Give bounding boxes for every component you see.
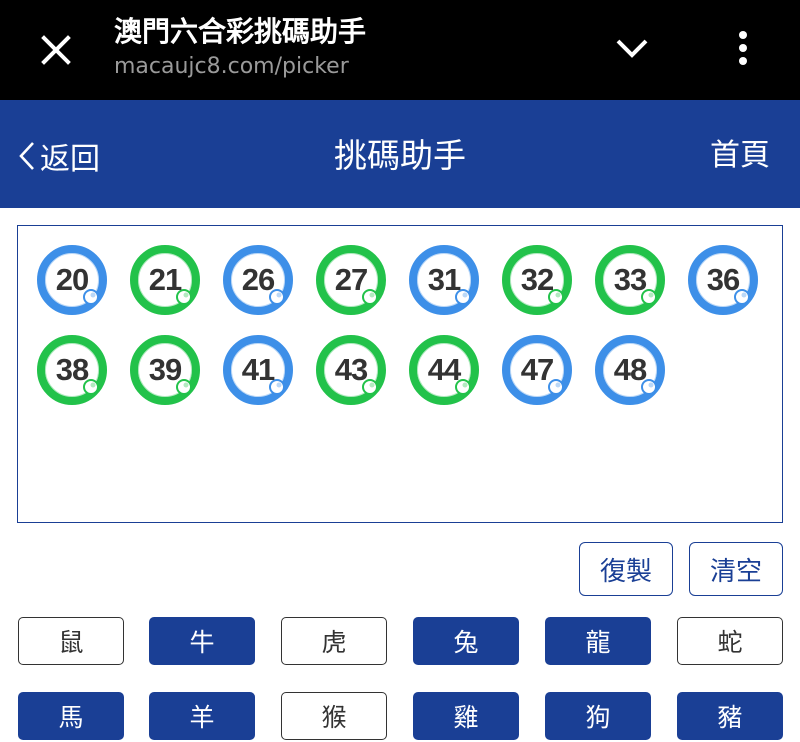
- zodiac-button-11[interactable]: 豬: [677, 692, 783, 740]
- number-ball-27[interactable]: 27: [315, 244, 387, 316]
- ball-number: 43: [334, 352, 368, 387]
- clear-button[interactable]: 清空: [689, 542, 783, 596]
- home-button[interactable]: 首頁: [710, 134, 770, 178]
- back-label: 返回: [40, 142, 100, 177]
- browser-bar: 澳門六合彩挑碼助手 macaujc8.com/picker: [0, 0, 800, 100]
- zodiac-button-3[interactable]: 兔: [413, 617, 519, 665]
- zodiac-button-8[interactable]: 猴: [281, 692, 387, 740]
- page-url[interactable]: macaujc8.com/picker: [114, 54, 349, 79]
- ball-number: 33: [613, 262, 647, 297]
- number-ball-21[interactable]: 21: [129, 244, 201, 316]
- ball-number: 21: [148, 262, 182, 297]
- app-header: 返回 挑碼助手 首頁: [0, 100, 800, 208]
- ball-number: 41: [241, 352, 275, 387]
- copy-button[interactable]: 復製: [579, 542, 673, 596]
- ball-number: 20: [55, 262, 89, 297]
- ball-number: 44: [427, 352, 461, 387]
- ball-number: 26: [241, 262, 275, 297]
- zodiac-button-5[interactable]: 蛇: [677, 617, 783, 665]
- number-ball-39[interactable]: 39: [129, 334, 201, 406]
- number-ball-36[interactable]: 36: [687, 244, 759, 316]
- zodiac-button-2[interactable]: 虎: [281, 617, 387, 665]
- ball-number: 31: [427, 262, 461, 297]
- zodiac-button-1[interactable]: 牛: [149, 617, 255, 665]
- number-ball-31[interactable]: 31: [408, 244, 480, 316]
- page-title: 澳門六合彩挑碼助手: [114, 15, 367, 48]
- zodiac-button-6[interactable]: 馬: [18, 692, 124, 740]
- more-options-button[interactable]: [720, 22, 766, 74]
- more-vertical-icon: [739, 31, 747, 65]
- ball-number: 47: [520, 352, 554, 387]
- ball-number: 27: [334, 262, 368, 297]
- ball-list: 20 21 26 27 31 32 33 36 38 39 41 43 44 47 48: [36, 244, 776, 406]
- chevron-left-icon: [18, 141, 36, 171]
- expand-button[interactable]: [606, 22, 658, 74]
- number-ball-32[interactable]: 32: [501, 244, 573, 316]
- ball-number: 39: [148, 352, 182, 387]
- number-ball-38[interactable]: 38: [36, 334, 108, 406]
- zodiac-button-7[interactable]: 羊: [149, 692, 255, 740]
- zodiac-button-4[interactable]: 龍: [545, 617, 651, 665]
- ball-number: 32: [520, 262, 554, 297]
- number-ball-44[interactable]: 44: [408, 334, 480, 406]
- header-title: 挑碼助手: [334, 136, 466, 175]
- number-ball-47[interactable]: 47: [501, 334, 573, 406]
- zodiac-button-0[interactable]: 鼠: [18, 617, 124, 665]
- close-icon: [41, 35, 71, 65]
- number-ball-33[interactable]: 33: [594, 244, 666, 316]
- ball-number: 48: [613, 352, 647, 387]
- ball-number: 36: [706, 262, 740, 297]
- number-ball-41[interactable]: 41: [222, 334, 294, 406]
- selected-numbers-box: 20 21 26 27 31 32 33 36 38 39 41 43 44 47 48: [17, 225, 783, 523]
- number-ball-48[interactable]: 48: [594, 334, 666, 406]
- number-ball-43[interactable]: 43: [315, 334, 387, 406]
- zodiac-button-10[interactable]: 狗: [545, 692, 651, 740]
- chevron-down-icon: [616, 39, 648, 58]
- number-ball-20[interactable]: 20: [36, 244, 108, 316]
- number-ball-26[interactable]: 26: [222, 244, 294, 316]
- ball-number: 38: [55, 352, 89, 387]
- back-button[interactable]: 返回: [18, 134, 100, 178]
- zodiac-button-9[interactable]: 雞: [413, 692, 519, 740]
- close-button[interactable]: [28, 22, 84, 78]
